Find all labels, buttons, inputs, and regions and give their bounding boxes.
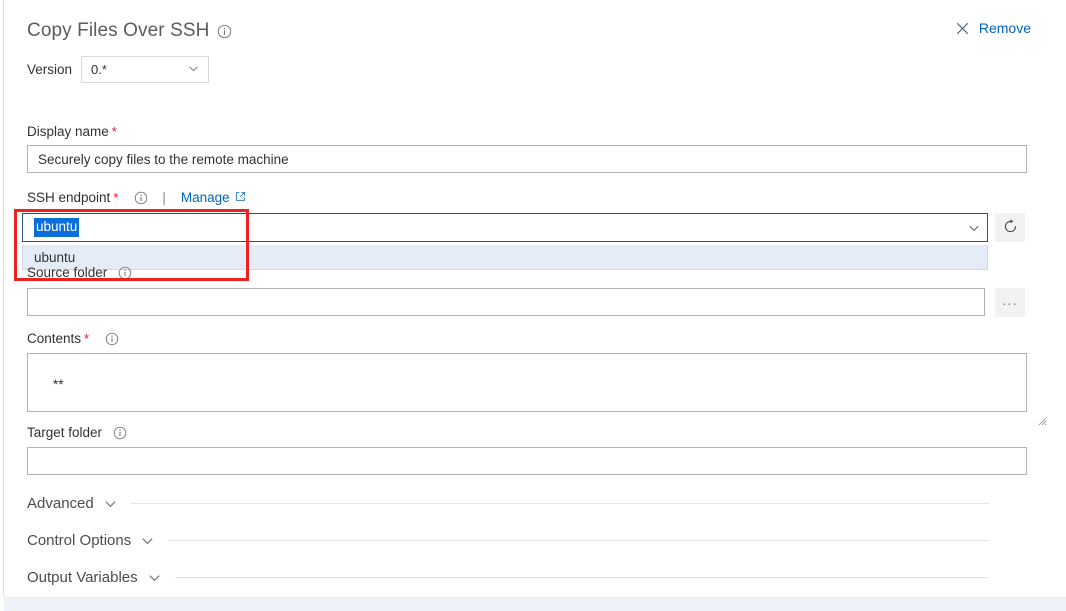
- required-indicator: *: [84, 331, 90, 346]
- ssh-endpoint-input-value: ubuntu: [34, 217, 80, 238]
- label-separator: |: [162, 190, 166, 205]
- task-header: Copy Files Over SSH: [27, 20, 232, 42]
- ssh-endpoint-label: SSH endpoint * | Manage: [27, 190, 246, 205]
- section-divider: [168, 540, 989, 541]
- target-folder-input[interactable]: [27, 447, 1027, 475]
- info-circle-icon[interactable]: [105, 332, 119, 346]
- required-indicator: *: [113, 190, 119, 205]
- info-circle-icon[interactable]: [118, 266, 132, 280]
- section-divider: [130, 503, 989, 504]
- display-name-input-value: Securely copy files to the remote machin…: [38, 151, 289, 167]
- chevron-down-icon: [103, 496, 118, 511]
- version-row: Version 0.*: [27, 56, 210, 83]
- display-name-label: Display name *: [27, 124, 117, 139]
- version-select-value: 0.*: [91, 62, 107, 77]
- display-name-label-text: Display name: [27, 124, 109, 139]
- section-control-options[interactable]: Control Options: [27, 532, 1027, 549]
- manage-link-label: Manage: [180, 190, 230, 205]
- remove-button[interactable]: Remove: [955, 20, 1031, 36]
- page-title: Copy Files Over SSH: [27, 20, 210, 41]
- ssh-endpoint-dropdown-menu[interactable]: ubuntu: [22, 245, 988, 270]
- target-folder-label-text: Target folder: [27, 425, 103, 440]
- section-advanced-label: Advanced: [27, 495, 94, 512]
- version-select[interactable]: 0.*: [81, 56, 210, 83]
- task-editor-panel: Copy Files Over SSH Remove Version 0.* D…: [0, 0, 1066, 611]
- info-circle-icon[interactable]: [217, 24, 232, 39]
- contents-textarea[interactable]: **: [27, 353, 1046, 426]
- section-divider: [174, 577, 989, 578]
- contents-label: Contents *: [27, 331, 119, 346]
- chevron-down-icon[interactable]: [967, 221, 981, 235]
- source-folder-label: Source folder: [27, 265, 132, 280]
- ssh-endpoint-refresh-button[interactable]: [995, 213, 1025, 242]
- section-advanced[interactable]: Advanced: [27, 495, 1027, 512]
- ssh-endpoint-input[interactable]: ubuntu: [22, 213, 988, 242]
- resize-handle-icon[interactable]: [1014, 399, 1046, 426]
- remove-button-label: Remove: [978, 20, 1031, 36]
- panel-bottom-bar: [4, 597, 1066, 611]
- chevron-down-icon: [147, 570, 162, 585]
- source-folder-input[interactable]: [27, 288, 985, 316]
- display-name-input[interactable]: Securely copy files to the remote machin…: [27, 145, 1027, 173]
- ssh-endpoint-combobox[interactable]: ubuntu: [22, 213, 988, 242]
- refresh-circular-arrow-icon: [1002, 218, 1019, 238]
- section-control-options-label: Control Options: [27, 532, 132, 549]
- source-folder-browse-button[interactable]: ...: [995, 288, 1025, 317]
- external-link-icon: [235, 190, 246, 205]
- target-folder-label: Target folder: [27, 425, 127, 440]
- required-indicator: *: [111, 124, 117, 139]
- info-circle-icon[interactable]: [113, 426, 127, 440]
- contents-label-text: Contents: [27, 331, 82, 346]
- manage-link[interactable]: Manage: [181, 190, 246, 205]
- close-x-icon: [955, 21, 970, 36]
- version-label: Version: [27, 62, 73, 77]
- list-item[interactable]: ubuntu: [23, 245, 987, 269]
- panel-left-border: [3, 0, 4, 597]
- source-folder-label-text: Source folder: [27, 265, 108, 280]
- section-output-variables[interactable]: Output Variables: [27, 569, 1027, 586]
- contents-textarea-value: **: [53, 377, 64, 392]
- chevron-down-icon: [140, 533, 155, 548]
- ellipsis-icon: ...: [1002, 291, 1018, 309]
- section-output-variables-label: Output Variables: [27, 569, 138, 586]
- ssh-endpoint-label-text: SSH endpoint: [27, 190, 111, 205]
- chevron-down-icon: [187, 62, 200, 78]
- info-circle-icon[interactable]: [134, 191, 148, 205]
